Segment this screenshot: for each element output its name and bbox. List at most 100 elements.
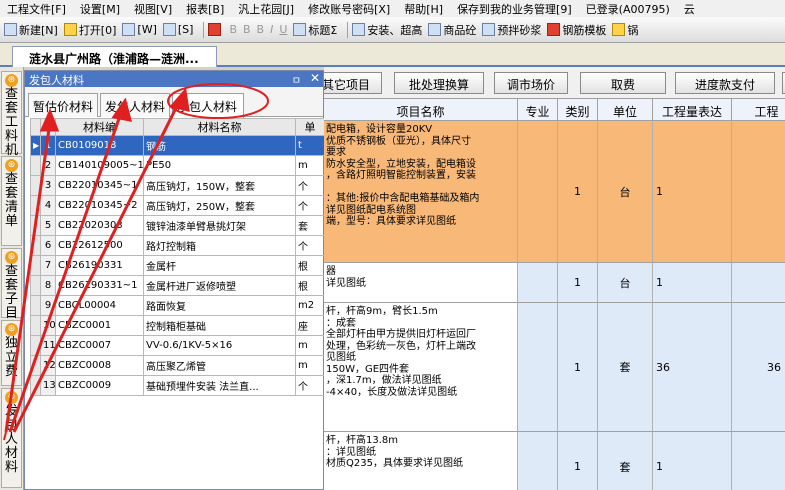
market-price-button[interactable]: 调市场价 xyxy=(494,72,568,94)
table-row[interactable]: 7 CB26190331 金属杆根 xyxy=(30,255,325,276)
material-unit[interactable]: m xyxy=(295,355,325,376)
italic-button[interactable]: I xyxy=(270,23,273,36)
quantity-cell[interactable] xyxy=(732,432,785,490)
item-description[interactable]: 器 详见图纸 xyxy=(324,263,518,302)
sidebar-item-query-materials[interactable]: ⊛ 查套工料机 xyxy=(1,71,22,158)
table-row[interactable]: 11 CBZC0007 VV-0.6/1KV-5×16 m xyxy=(30,335,325,356)
table-row[interactable]: 2 CB140109005~1 PE50 m xyxy=(30,155,325,176)
material-name[interactable]: 路面恢复 xyxy=(143,295,296,316)
sidebar-item-query-bill[interactable]: ⊛ 查套清单 xyxy=(1,156,22,246)
table-row[interactable]: 4 CB22010345~2 高压钠灯，250W，整套个 xyxy=(30,195,325,216)
tab-contractor-materials[interactable]: 承包人材料 xyxy=(172,93,244,118)
tab-provisional-materials[interactable]: 暂估价材料 xyxy=(28,93,98,117)
menu-item[interactable]: 帮助[H] xyxy=(397,1,443,17)
menu-item[interactable]: 保存到我的业务管理[9] xyxy=(450,1,572,17)
material-code[interactable]: CBZC0007 xyxy=(55,335,144,356)
grid-row[interactable]: 配电箱，设计容量20KV 优质不锈钢板（亚光），具体尺寸 要求 防水安全型，立地… xyxy=(324,121,785,263)
item-description[interactable]: 配电箱，设计容量20KV 优质不锈钢板（亚光），具体尺寸 要求 防水安全型，立地… xyxy=(324,121,518,262)
material-name[interactable]: 镀锌油漆单臂悬挑灯架 xyxy=(143,215,296,236)
bold-button[interactable]: B xyxy=(229,23,237,36)
menu-item[interactable]: 工程文件[F] xyxy=(0,1,66,17)
material-unit[interactable]: m2 xyxy=(295,295,325,316)
header-item-name[interactable]: 项目名称 xyxy=(324,99,518,121)
lock-button[interactable] xyxy=(208,23,223,36)
category-cell[interactable]: 1 xyxy=(558,432,598,490)
material-name[interactable]: 钢筋 xyxy=(143,135,296,156)
title-button[interactable]: 标题Σ xyxy=(293,22,337,38)
material-name[interactable]: 路灯控制箱 xyxy=(143,235,296,256)
quantity-cell[interactable] xyxy=(732,263,785,302)
material-unit[interactable]: m xyxy=(295,155,325,176)
material-name[interactable]: 高压聚乙烯管 xyxy=(143,355,296,376)
quantity-cell[interactable]: 36 xyxy=(732,303,785,431)
tab-employer-materials[interactable]: 发包人材料 xyxy=(100,93,170,117)
pin-icon[interactable]: ㅁ xyxy=(292,72,301,87)
header-code[interactable]: 材料编 xyxy=(55,118,144,136)
material-code[interactable]: CB22020303 xyxy=(55,215,144,236)
material-unit[interactable]: t xyxy=(295,135,325,156)
w-button[interactable]: [W] xyxy=(122,23,157,36)
progress-payment-button[interactable]: 进度款支付 xyxy=(675,72,775,94)
expression-cell[interactable]: 36 xyxy=(653,303,732,431)
material-code[interactable]: CBCL00004 xyxy=(55,295,144,316)
material-name[interactable]: 高压钠灯，150W，整套 xyxy=(143,175,296,196)
material-unit[interactable]: 根 xyxy=(295,255,325,276)
material-code[interactable]: CB26190331 xyxy=(55,255,144,276)
bold2-button[interactable]: B xyxy=(243,23,251,36)
rebar-button[interactable]: 钢筋模板 xyxy=(547,22,606,38)
material-unit[interactable]: 个 xyxy=(295,195,325,216)
open-button[interactable]: 打开[0] xyxy=(63,22,116,38)
specialty-cell[interactable] xyxy=(518,121,558,262)
material-unit[interactable]: 个 xyxy=(295,235,325,256)
unit-cell[interactable]: 套 xyxy=(598,432,653,490)
category-cell[interactable]: 1 xyxy=(558,263,598,302)
sidebar-item-independent-fee[interactable]: ⊛ 独立费 xyxy=(1,320,22,386)
grid-row[interactable]: 杆，杆高9m，臂长1.5m ：成套 全部灯杆由甲方提供旧灯杆运回厂 处理，色彩统… xyxy=(324,303,785,432)
header-unit[interactable]: 单 xyxy=(295,118,325,136)
material-unit[interactable]: 个 xyxy=(295,175,325,196)
material-code[interactable]: CB140109005~1 xyxy=(55,155,144,176)
specialty-cell[interactable] xyxy=(518,432,558,490)
mortar-button[interactable]: 预拌砂浆 xyxy=(482,22,541,38)
material-name[interactable]: VV-0.6/1KV-5×16 xyxy=(143,335,296,356)
sidebar-item-employer-materials[interactable]: ⊛ 发包人材料 xyxy=(1,388,22,488)
extra-button[interactable]: 锅 xyxy=(612,22,638,38)
material-name[interactable]: 控制箱柜基础 xyxy=(143,315,296,336)
header-quantity-expression[interactable]: 工程量表达 xyxy=(653,99,732,121)
other-items-button[interactable]: 其它项目 xyxy=(324,72,382,94)
concrete-button[interactable]: 商品砼 xyxy=(428,22,476,38)
header-quantity[interactable]: 工程 xyxy=(732,99,785,121)
category-cell[interactable]: 1 xyxy=(558,121,598,262)
material-code[interactable]: CB0109018 xyxy=(55,135,144,156)
underline-button[interactable]: U xyxy=(279,23,287,36)
document-tab[interactable]: 涟水县广州路（淮浦路—涟洲... xyxy=(12,46,217,67)
material-unit[interactable]: 套 xyxy=(295,215,325,236)
table-row[interactable]: 13 CBZC0009 基础预埋件安装 法兰直... 个 xyxy=(30,375,325,396)
menu-item[interactable]: 已登录(A00795) xyxy=(579,1,670,17)
header-specialty[interactable]: 专业 xyxy=(518,99,558,121)
grid-row[interactable]: 器 详见图纸 1 台 1 xyxy=(324,263,785,303)
header-unit[interactable]: 单位 xyxy=(598,99,653,121)
table-row[interactable]: 3 CB22010345~1 高压钠灯，150W，整套个 xyxy=(30,175,325,196)
specialty-cell[interactable] xyxy=(518,303,558,431)
install-button[interactable]: 安装、超高 xyxy=(352,22,422,38)
expression-cell[interactable]: 1 xyxy=(653,121,732,262)
table-row[interactable]: ▶ 1 CB0109018 钢筋 t xyxy=(30,135,325,156)
quantity-cell[interactable] xyxy=(732,121,785,262)
menu-item[interactable]: 视图[V] xyxy=(127,1,172,17)
close-icon[interactable]: ✕ xyxy=(310,71,320,85)
category-cell[interactable]: 1 xyxy=(558,303,598,431)
material-name[interactable]: PE50 xyxy=(143,155,296,176)
fee-button[interactable]: 取费 xyxy=(580,72,666,94)
table-row[interactable]: 12 CBZC0008 高压聚乙烯管 m xyxy=(30,355,325,376)
batch-conversion-button[interactable]: 批处理换算 xyxy=(394,72,484,94)
table-row[interactable]: 8 CB26190331~1 金属杆进厂返修喷塑根 xyxy=(30,275,325,296)
material-code[interactable]: CBZC0009 xyxy=(55,375,144,396)
material-code[interactable]: CBZC0008 xyxy=(55,355,144,376)
menu-item[interactable]: 设置[M] xyxy=(73,1,120,17)
specialty-cell[interactable] xyxy=(518,263,558,302)
material-unit[interactable]: m xyxy=(295,335,325,356)
material-name[interactable]: 基础预埋件安装 法兰直... xyxy=(143,375,296,396)
unit-cell[interactable]: 台 xyxy=(598,263,653,302)
material-code[interactable]: CBZC0001 xyxy=(55,315,144,336)
